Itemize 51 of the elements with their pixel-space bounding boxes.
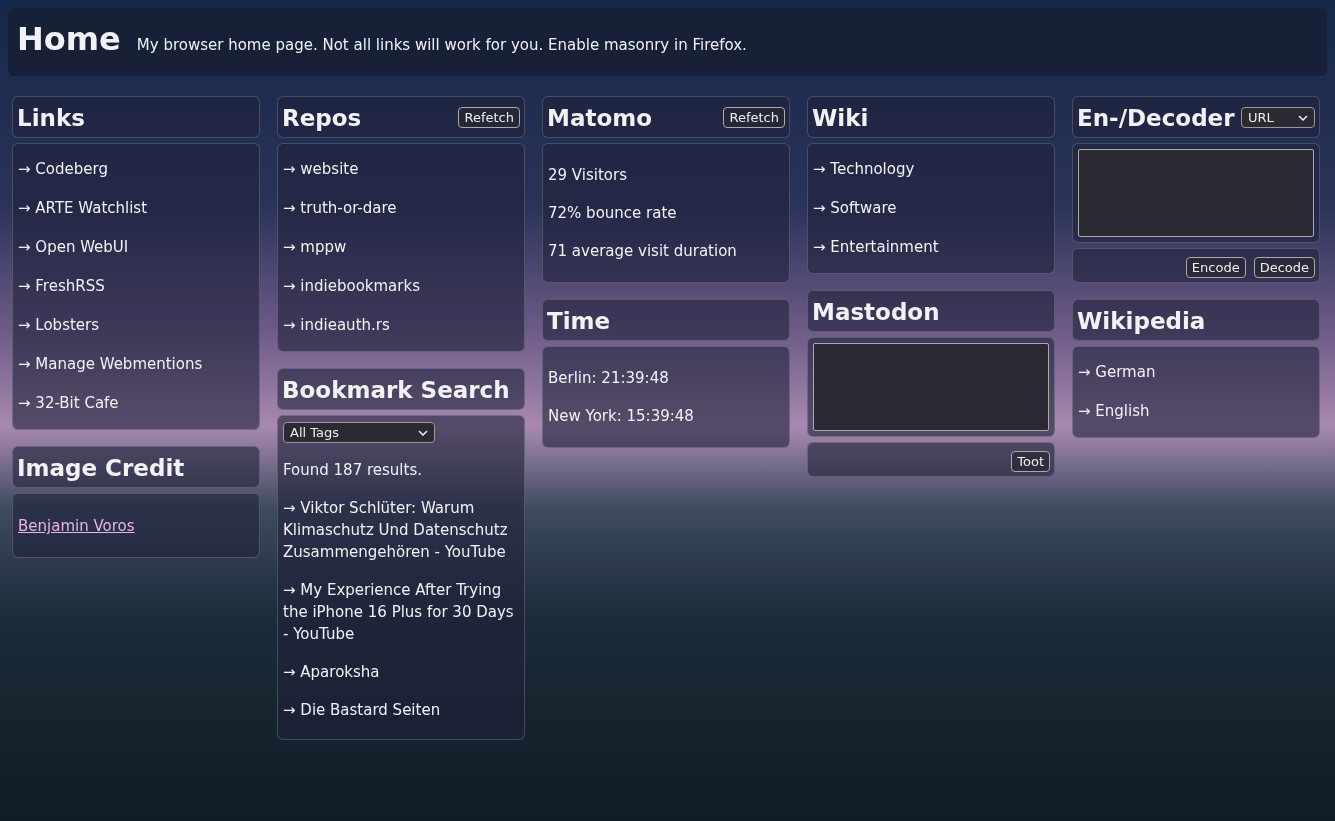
link[interactable]: → Technology: [813, 150, 1049, 189]
link[interactable]: → mppw: [283, 228, 519, 267]
widget-title: Repos: [282, 104, 362, 131]
bookmark-link[interactable]: → Aparoksha: [283, 661, 519, 683]
link[interactable]: → Lobsters: [18, 306, 254, 345]
widget-title: Time: [547, 307, 611, 334]
widget-title: Image Credit: [17, 454, 185, 481]
link[interactable]: → English: [1078, 392, 1314, 431]
link[interactable]: → Open WebUI: [18, 228, 254, 267]
link[interactable]: → Manage Webmentions: [18, 345, 254, 384]
text-area[interactable]: [1078, 149, 1314, 237]
action-button[interactable]: Decode: [1253, 257, 1315, 278]
caret-icon: [1298, 114, 1308, 121]
link[interactable]: → indiebookmarks: [283, 267, 519, 306]
stat-text: Berlin: 21:39:48: [548, 368, 670, 389]
widget-title: En-/Decoder: [1077, 104, 1235, 131]
widget-title: Bookmark Search: [282, 376, 510, 403]
page-title: Home: [17, 20, 121, 58]
link[interactable]: → Codeberg: [18, 150, 254, 189]
link[interactable]: → FreshRSS: [18, 267, 254, 306]
action-button[interactable]: Encode: [1185, 257, 1246, 278]
action-button[interactable]: Toot: [1011, 451, 1050, 472]
credit-link[interactable]: Benjamin Voros: [18, 517, 135, 535]
bookmark-link[interactable]: → My Experience After Trying the iPhone 16 Plus for 30 Days - YouTube: [283, 579, 519, 645]
refetch-button[interactable]: Refetch: [458, 107, 520, 128]
widget-title: Wikipedia: [1077, 307, 1206, 334]
bookmark-link[interactable]: → Die Bastard Seiten: [283, 699, 519, 721]
link[interactable]: → truth-or-dare: [283, 189, 519, 228]
refetch-button[interactable]: Refetch: [723, 107, 785, 128]
caret-icon: [418, 429, 428, 436]
stat-text: New York: 15:39:48: [548, 406, 695, 427]
widget-title: Links: [17, 104, 85, 131]
link[interactable]: → ARTE Watchlist: [18, 189, 254, 228]
widget-title: Wiki: [812, 104, 869, 131]
link[interactable]: → German: [1078, 353, 1314, 392]
widget-title: Mastodon: [812, 298, 940, 325]
stat-text: 71 average visit duration: [548, 241, 738, 262]
page-subtitle: My browser home page. Not all links will work for you. Enable masonry in Firefox.: [136, 36, 747, 54]
dropdown[interactable]: URL: [1241, 107, 1315, 128]
link[interactable]: → 32-Bit Cafe: [18, 384, 254, 423]
stat-text: 29 Visitors: [548, 165, 628, 186]
widget-title: Matomo: [547, 104, 652, 131]
link[interactable]: → website: [283, 150, 519, 189]
link[interactable]: → Software: [813, 189, 1049, 228]
result-count: Found 187 results.: [283, 460, 423, 481]
text-area[interactable]: [813, 343, 1049, 431]
stat-text: 72% bounce rate: [548, 203, 678, 224]
link[interactable]: → indieauth.rs: [283, 306, 519, 345]
link[interactable]: → Entertainment: [813, 228, 1049, 267]
bookmark-link[interactable]: → Viktor Schlüter: Warum Klimaschutz Und Datenschutz Zusammengehören - YouTube: [283, 497, 519, 563]
tag-dropdown[interactable]: All Tags: [283, 422, 435, 443]
